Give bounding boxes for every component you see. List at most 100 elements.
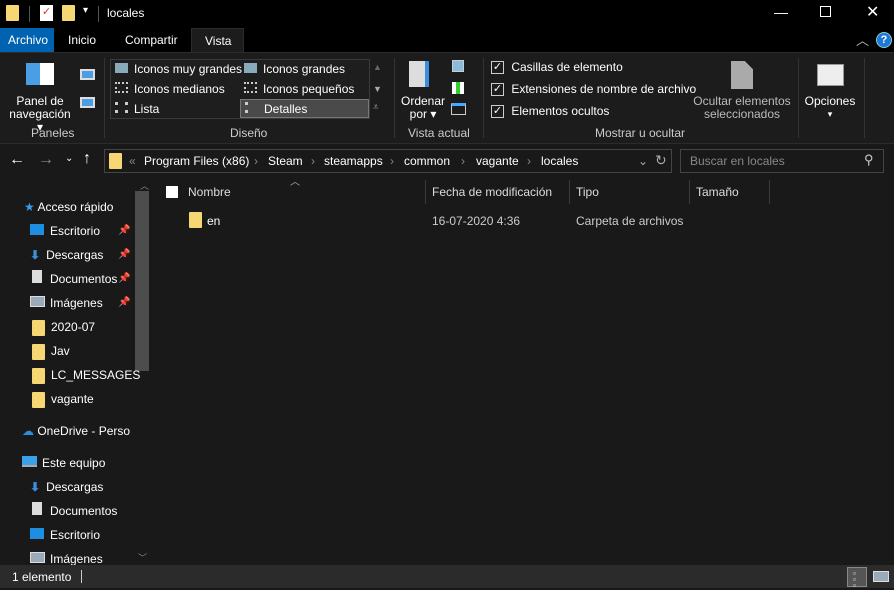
forward-button[interactable]: →	[38, 151, 54, 169]
layout-list[interactable]: Lista	[115, 102, 159, 116]
details-pane-button[interactable]	[80, 97, 95, 108]
select-all-checkbox[interactable]	[166, 186, 178, 198]
address-dropdown-icon[interactable]: ⌄	[638, 154, 648, 168]
column-header-name[interactable]: Nombre	[188, 185, 231, 199]
sidebar-this-pc[interactable]: Este equipo	[22, 453, 105, 473]
column-header-size[interactable]: Tamaño	[696, 185, 739, 199]
layout-small-icons[interactable]: Iconos pequeños	[244, 82, 354, 96]
scroll-down-icon[interactable]: ﹀	[138, 551, 147, 564]
breadcrumb-overflow[interactable]: «	[129, 154, 136, 168]
help-icon[interactable]: ?	[876, 32, 892, 48]
layout-large-icons[interactable]: Iconos grandes	[244, 62, 345, 76]
recent-locations-button[interactable]: ⌄	[65, 153, 73, 164]
checkbox[interactable]: ✓	[491, 83, 504, 97]
sidebar-item-folder[interactable]: Jav	[32, 341, 70, 361]
sidebar-label: Escritorio	[50, 528, 101, 542]
column-divider[interactable]	[569, 180, 570, 204]
file-extensions-toggle[interactable]: ✓ Extensiones de nombre de archivo	[491, 82, 696, 97]
divider	[798, 58, 799, 138]
maximize-button[interactable]	[820, 6, 831, 17]
column-header-date[interactable]: Fecha de modificación	[432, 185, 552, 199]
column-header-type[interactable]: Tipo	[576, 185, 599, 199]
desktop-icon	[30, 224, 44, 235]
group-by-button[interactable]	[452, 60, 464, 72]
item-checkboxes-toggle[interactable]: ✓ Casillas de elemento	[491, 60, 623, 75]
column-divider[interactable]	[425, 180, 426, 204]
layout-extra-large-icons[interactable]: Iconos muy grandes	[115, 62, 242, 76]
minimize-button[interactable]: —	[774, 4, 788, 20]
sidebar-item-imagenes[interactable]: Imágenes	[30, 293, 103, 313]
scrollbar-thumb[interactable]	[135, 191, 149, 371]
properties-icon[interactable]: ✓	[40, 5, 53, 21]
sidebar-item-descargas[interactable]: ⬇ Descargas	[30, 245, 103, 265]
up-button[interactable]: ↑	[83, 150, 91, 168]
pin-icon[interactable]: 📌	[118, 225, 130, 236]
close-button[interactable]: ✕	[866, 2, 879, 22]
sidebar-item-escritorio[interactable]: Escritorio	[30, 221, 100, 241]
navigation-pane-icon	[26, 63, 54, 85]
sidebar-item-folder[interactable]: LC_MESSAGES	[32, 365, 140, 385]
image-icon	[30, 552, 45, 563]
gallery-more-icon[interactable]: ⩡	[373, 102, 379, 113]
hide-selected-button[interactable]: Ocultar elementos seleccionados	[690, 95, 794, 121]
sidebar-quick-access[interactable]: ★ Acceso rápido	[24, 197, 113, 217]
breadcrumb-item[interactable]: Steam	[268, 154, 303, 168]
new-folder-icon[interactable]	[62, 5, 75, 21]
sidebar-item-descargas[interactable]: ⬇ Descargas	[30, 477, 103, 497]
sidebar-item-documentos[interactable]: Documentos	[32, 269, 117, 289]
address-bar[interactable]: « Program Files (x86) › Steam › steamapp…	[104, 149, 672, 173]
column-divider[interactable]	[769, 180, 770, 204]
file-date: 16-07-2020 4:36	[432, 214, 521, 228]
large-icons-view-button[interactable]	[873, 571, 889, 582]
preview-pane-button[interactable]	[80, 69, 95, 80]
document-icon	[32, 270, 42, 283]
divider	[483, 58, 484, 138]
search-icon[interactable]: ⚲	[864, 152, 874, 168]
pin-icon[interactable]: 📌	[118, 273, 130, 284]
tab-archivo[interactable]: Archivo	[0, 28, 54, 52]
folder-icon	[32, 367, 45, 384]
breadcrumb-item[interactable]: locales	[541, 154, 578, 168]
file-type: Carpeta de archivos	[576, 214, 684, 228]
tab-inicio[interactable]: Inicio	[60, 28, 104, 52]
back-button[interactable]: ←	[9, 151, 25, 169]
sidebar-item-escritorio[interactable]: Escritorio	[30, 525, 100, 545]
breadcrumb-item[interactable]: Program Files (x86)	[144, 154, 249, 168]
sidebar-item-folder[interactable]: 2020-07	[32, 317, 95, 337]
tab-vista[interactable]: Vista	[191, 28, 244, 52]
pin-icon[interactable]: 📌	[118, 297, 130, 308]
layout-details[interactable]: Detalles	[240, 99, 369, 118]
sidebar-item-documentos[interactable]: Documentos	[32, 501, 117, 521]
details-view-button[interactable]: ▫ ▫ ▫	[847, 567, 867, 590]
gallery-down-icon[interactable]: ▼	[373, 84, 382, 94]
customize-toolbar-icon[interactable]: ▾	[83, 5, 88, 16]
hidden-items-toggle[interactable]: ✓ Elementos ocultos	[491, 104, 609, 119]
sidebar-onedrive[interactable]: ☁ OneDrive - Perso	[22, 421, 134, 441]
folder-icon	[6, 5, 19, 21]
column-divider[interactable]	[689, 180, 690, 204]
breadcrumb-item[interactable]: steamapps	[324, 154, 383, 168]
navigation-pane: ︿ ﹀ ★ Acceso rápido Escritorio 📌 ⬇ Descar…	[0, 177, 150, 566]
breadcrumb-item[interactable]: vagante	[476, 154, 519, 168]
checkbox[interactable]: ✓	[491, 105, 504, 119]
layout-medium-icons[interactable]: Iconos medianos	[115, 82, 225, 96]
sidebar-item-folder[interactable]: vagante	[32, 389, 94, 409]
folder-icon	[32, 391, 45, 408]
size-columns-button[interactable]	[451, 103, 466, 115]
add-columns-button[interactable]	[452, 82, 464, 94]
tab-compartir[interactable]: Compartir	[117, 28, 186, 52]
refresh-icon[interactable]: ↻	[655, 152, 667, 169]
divider	[29, 6, 30, 22]
breadcrumb-item[interactable]: common	[404, 154, 450, 168]
checkbox[interactable]: ✓	[491, 61, 504, 75]
layout-label: Iconos medianos	[134, 82, 225, 96]
pin-icon[interactable]: 📌	[118, 249, 130, 260]
gallery-up-icon[interactable]: ▲	[373, 62, 382, 72]
collapse-ribbon-icon[interactable]: ︿	[856, 30, 869, 49]
table-row[interactable]: en 16-07-2020 4:36 Carpeta de archivos	[150, 209, 894, 231]
sidebar-label: Documentos	[50, 272, 118, 286]
download-icon: ⬇	[30, 248, 41, 262]
sort-by-button[interactable]: Ordenar por ▾	[400, 95, 446, 121]
options-button[interactable]: Opciones ▾	[802, 95, 858, 121]
search-box[interactable]: Buscar en locales ⚲	[680, 149, 884, 173]
